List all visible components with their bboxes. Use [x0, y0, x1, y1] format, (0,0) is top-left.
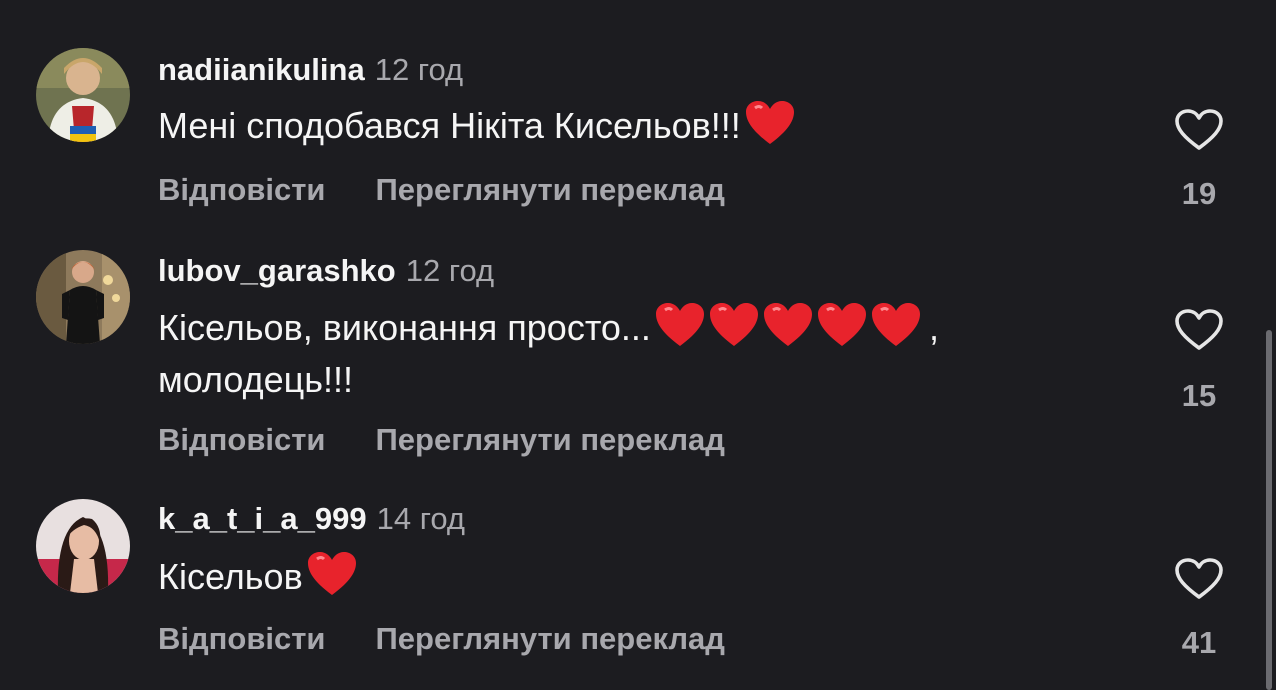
- comment-text-line2: молодець!!!: [158, 359, 354, 400]
- timestamp: 14 год: [376, 501, 465, 536]
- avatar[interactable]: [36, 48, 130, 142]
- heart-outline-icon: [1175, 109, 1223, 150]
- timestamp: 12 год: [374, 52, 464, 87]
- scrollbar[interactable]: [1266, 330, 1272, 690]
- comment-text: Кісельов: [158, 551, 1118, 603]
- comment-text-suffix: ,: [928, 307, 939, 348]
- red-heart-emoji-icon: [655, 302, 705, 348]
- red-heart-emoji-icon: [745, 100, 795, 146]
- comment-text-body: Кісельов, виконання просто...: [158, 307, 651, 348]
- see-translation-button[interactable]: Переглянути переклад: [376, 422, 725, 457]
- comment-actions: Відповісти Переглянути переклад: [158, 170, 725, 210]
- username[interactable]: lubov_garashko: [158, 253, 396, 288]
- comment-actions: Відповісти Переглянути переклад: [158, 619, 725, 659]
- red-heart-emoji-icon: [709, 302, 759, 348]
- red-heart-emoji-icon: [871, 302, 921, 348]
- comment-actions: Відповісти Переглянути переклад: [158, 420, 725, 460]
- red-heart-emoji-icon: [763, 302, 813, 348]
- avatar[interactable]: [36, 499, 130, 593]
- comment-text-body: Кісельов: [158, 556, 303, 597]
- heart-outline-icon: [1175, 309, 1223, 350]
- red-heart-emoji-icon: [817, 302, 867, 348]
- username[interactable]: nadiianikulina: [158, 52, 365, 87]
- comment-text: Мені сподобався Нікіта Кисельов!!!: [158, 100, 1118, 152]
- like-count: 15: [1181, 378, 1217, 413]
- timestamp: 12 год: [405, 253, 495, 288]
- see-translation-button[interactable]: Переглянути переклад: [376, 621, 725, 656]
- like-button[interactable]: [1166, 557, 1232, 601]
- comment-text-body: Мені сподобався Нікіта Кисельов!!!: [158, 105, 741, 146]
- like-count: 19: [1181, 176, 1217, 211]
- like-count: 41: [1181, 625, 1217, 660]
- comment-meta: lubov_garashko 12 год: [158, 251, 494, 291]
- like-button[interactable]: [1166, 108, 1232, 152]
- username[interactable]: k_a_t_i_a_999: [158, 501, 367, 536]
- heart-outline-icon: [1175, 558, 1223, 599]
- comment-meta: nadiianikulina 12 год: [158, 50, 463, 90]
- reply-button[interactable]: Відповісти: [158, 422, 326, 457]
- see-translation-button[interactable]: Переглянути переклад: [376, 172, 725, 207]
- avatar[interactable]: [36, 250, 130, 344]
- reply-button[interactable]: Відповісти: [158, 172, 326, 207]
- reply-button[interactable]: Відповісти: [158, 621, 326, 656]
- comment-meta: k_a_t_i_a_999 14 год: [158, 499, 465, 539]
- like-button[interactable]: [1166, 308, 1232, 352]
- red-heart-emoji-icon: [307, 551, 357, 597]
- comment-text: Кісельов, виконання просто..., молодець!…: [158, 302, 1118, 406]
